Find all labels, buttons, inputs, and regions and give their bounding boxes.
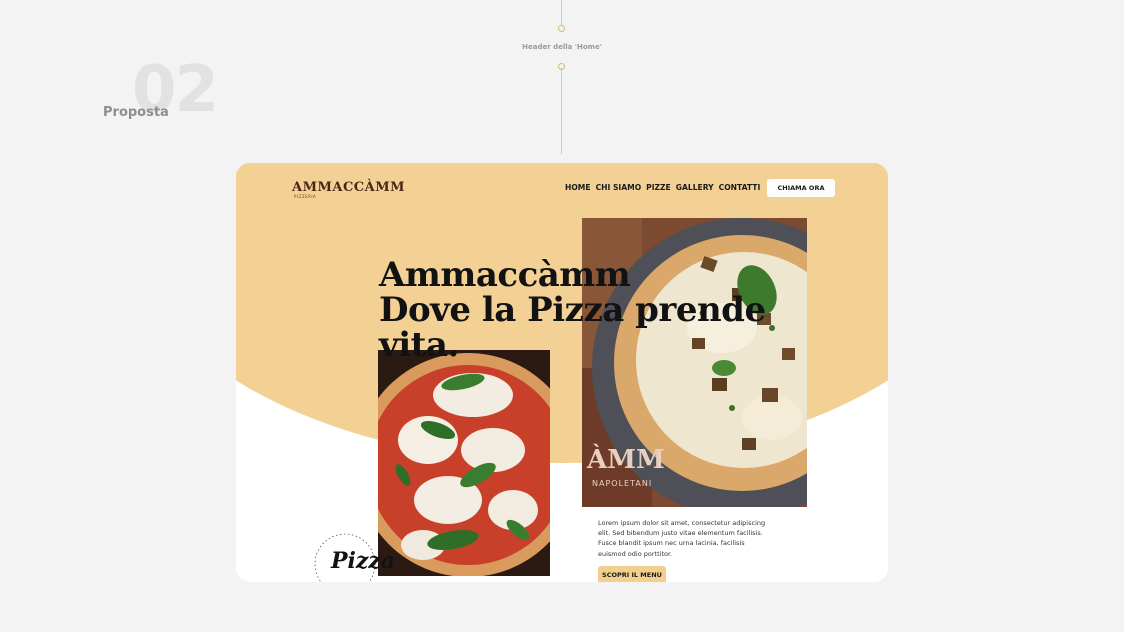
svg-text:ÀMM: ÀMM [586, 443, 665, 475]
svg-text:NAPOLETANI: NAPOLETANI [592, 479, 652, 488]
nav-item-chi-siamo[interactable]: CHI SIAMO [596, 183, 642, 192]
nav-item-contatti[interactable]: CONTATTI [719, 183, 761, 192]
connector-dot-top [558, 25, 565, 32]
site-logo-tagline: PIZZERIA [294, 194, 317, 199]
nav-item-home[interactable]: HOME [565, 183, 591, 192]
connector-line-bottom [561, 68, 562, 154]
slide-label: Proposta [103, 105, 169, 120]
hero-headline-line-2: Dove la Pizza prende [379, 290, 766, 330]
connector-line-top [561, 0, 562, 26]
hero-headline: Ammaccàmm Dove la Pizza prende vita. [379, 258, 819, 363]
call-now-button[interactable]: CHIAMA ORA [767, 179, 835, 197]
nav-item-pizze[interactable]: PIZZE [646, 183, 671, 192]
margherita-pizza-image [378, 350, 550, 576]
hero-headline-line-3: vita. [379, 325, 459, 365]
pizza-photo-left [378, 350, 550, 576]
nav-item-gallery[interactable]: GALLERY [676, 183, 714, 192]
discover-menu-button[interactable]: SCOPRI IL MENU [598, 566, 666, 582]
site-logo[interactable]: AMMACCÀMM [292, 180, 405, 195]
website-mockup: AMMACCÀMM PIZZERIA HOME CHI SIAMO PIZZE … [236, 163, 888, 582]
hero-headline-line-1: Ammaccàmm [379, 255, 631, 295]
main-nav: HOME CHI SIAMO PIZZE GALLERY CONTATTI [565, 183, 760, 192]
hero-paragraph: Lorem ipsum dolor sit amet, consectetur … [598, 519, 766, 558]
slide-caption: Header della 'Home' [522, 43, 602, 51]
pizza-badge-script: Pizza [331, 548, 396, 574]
